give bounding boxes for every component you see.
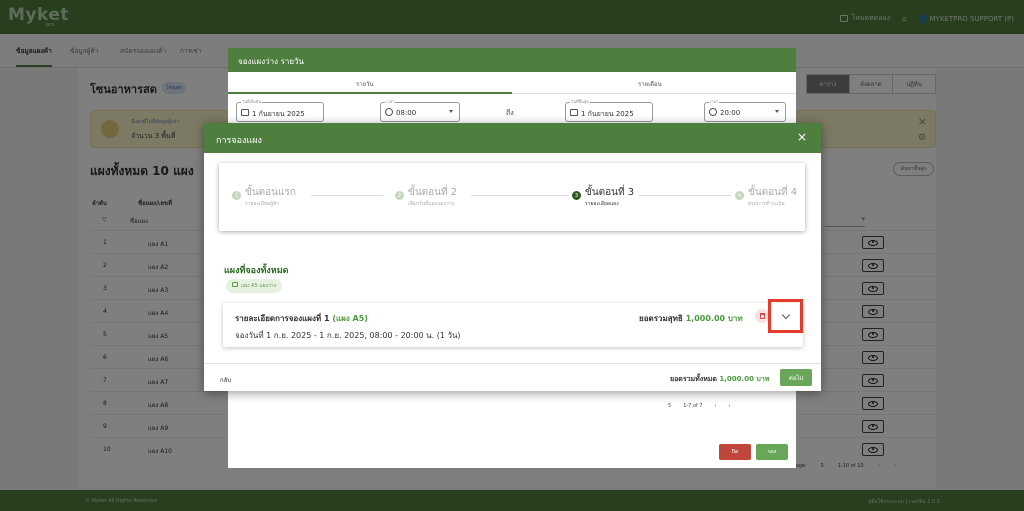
step-title: ขั้นตอนที่ 4 [748, 187, 798, 198]
step-connector [471, 195, 569, 196]
end-date-label: วันที่สิ้นสุด [570, 98, 590, 105]
chevron-down-icon [449, 110, 453, 113]
tab-underline [228, 92, 512, 94]
next-button[interactable]: ต่อไป [780, 369, 812, 386]
modal-footer: กลับ ยอดรวมทั้งหมด 1,000.00 บาท ต่อไป [204, 363, 821, 391]
start-time-label: เวลา [385, 98, 396, 105]
net-total-amount: 1,000.00 บาท [685, 314, 743, 323]
step-subtitle: รายละเอียดผู้ค้า [245, 201, 280, 207]
net-total: ยอดรวมสุทธิ 1,000.00 บาท [639, 312, 743, 325]
start-date-value: 1 กันยายน 2025 [252, 110, 305, 118]
inner-pager: 5 1-7 of 7 ‹ › [668, 403, 731, 409]
grand-total-label: ยอดรวมทั้งหมด [670, 375, 717, 383]
clock-icon [385, 108, 393, 116]
step-subtitle: สรุปการชำระเงิน [748, 201, 785, 207]
clock-icon [709, 108, 717, 116]
close-button[interactable]: ปิด [719, 444, 751, 460]
end-date-field[interactable]: วันที่สิ้นสุด 1 กันยายน 2025 [565, 98, 653, 122]
end-time-value: 20:00 [720, 109, 741, 117]
modal-header: การจองแผง × [204, 123, 821, 153]
tab-monthly[interactable]: รายเดือน [638, 79, 662, 89]
detail-title: รายละเอียดการจองแผงที่ 1 (แผง A5) [235, 312, 368, 325]
chevron-down-icon [781, 310, 791, 320]
close-icon[interactable]: × [797, 130, 807, 144]
step-title: ขั้นตอนแรก [245, 187, 296, 198]
stall-chip: แผง A5 แผงว่าง [226, 279, 283, 293]
net-total-label: ยอดรวมสุทธิ [639, 314, 683, 323]
step-connector [639, 195, 731, 196]
step-number: 2 [395, 191, 404, 200]
detail-stall: (แผง A5) [332, 314, 368, 323]
start-time-select[interactable]: เวลา 08:00 [380, 98, 460, 122]
daily-dialog-actions: ปิด จอง [719, 444, 788, 460]
tab-daily[interactable]: รายวัน [356, 79, 374, 89]
step-number: 1 [232, 191, 241, 200]
step-number: 3 [572, 191, 581, 200]
detail-date: จองวันที่ 1 ก.ย. 2025 - 1 ก.ย. 2025, 08:… [235, 331, 461, 340]
step-subtitle: รายละเอียดแผง [585, 201, 619, 207]
booked-stalls-title: แผงที่จองทั้งหมด [224, 266, 289, 276]
inner-range: 1-7 of 7 [683, 403, 703, 409]
modal-title: การจองแผง [216, 136, 262, 146]
grand-total: ยอดรวมทั้งหมด 1,000.00 บาท [670, 374, 769, 385]
prev-page-icon[interactable]: ‹ [715, 403, 717, 409]
daily-dialog-tabs: รายวัน รายเดือน [228, 72, 796, 94]
daily-dialog-title: จองแผงว่าง รายวัน [228, 48, 796, 72]
back-button[interactable]: กลับ [220, 375, 231, 385]
calendar-icon [570, 109, 578, 116]
chevron-down-icon [775, 110, 779, 113]
end-date-value: 1 กันยายน 2025 [581, 110, 634, 118]
booking-detail-card: รายละเอียดการจองแผงที่ 1 (แผง A5) จองวัน… [223, 303, 803, 347]
start-date-field[interactable]: วันที่เริ่มต้น 1 กันยายน 2025 [236, 98, 324, 122]
step-connector [311, 195, 383, 196]
calendar-icon [241, 109, 249, 116]
step-title: ขั้นตอนที่ 3 [585, 187, 635, 198]
stall-icon [232, 282, 238, 287]
booking-modal: การจองแผง × 1 ขั้นตอนแรก รายละเอียดผู้ค้… [204, 123, 821, 391]
start-time-value: 08:00 [396, 109, 417, 117]
trash-icon [759, 313, 765, 319]
step-number: 4 [735, 191, 744, 200]
stepper: 1 ขั้นตอนแรก รายละเอียดผู้ค้า 2 ขั้นตอนท… [219, 163, 805, 231]
expand-button[interactable] [768, 299, 803, 333]
chip-label: แผง A5 แผงว่าง [241, 283, 277, 289]
next-page-icon[interactable]: › [729, 403, 731, 409]
delete-button[interactable] [755, 309, 769, 323]
inner-per-page[interactable]: 5 [668, 403, 671, 409]
book-button[interactable]: จอง [756, 444, 788, 460]
grand-total-amount: 1,000.00 บาท [719, 375, 770, 383]
step-subtitle: เลือกวันที่และแผงว่าง [408, 201, 454, 207]
detail-title-text: รายละเอียดการจองแผงที่ 1 [235, 314, 330, 323]
end-time-label: เวลา [709, 98, 720, 105]
to-label: ถึง [506, 109, 514, 117]
start-date-label: วันที่เริ่มต้น [241, 98, 263, 105]
end-time-select[interactable]: เวลา 20:00 [704, 98, 786, 122]
step-title: ขั้นตอนที่ 2 [408, 187, 458, 198]
